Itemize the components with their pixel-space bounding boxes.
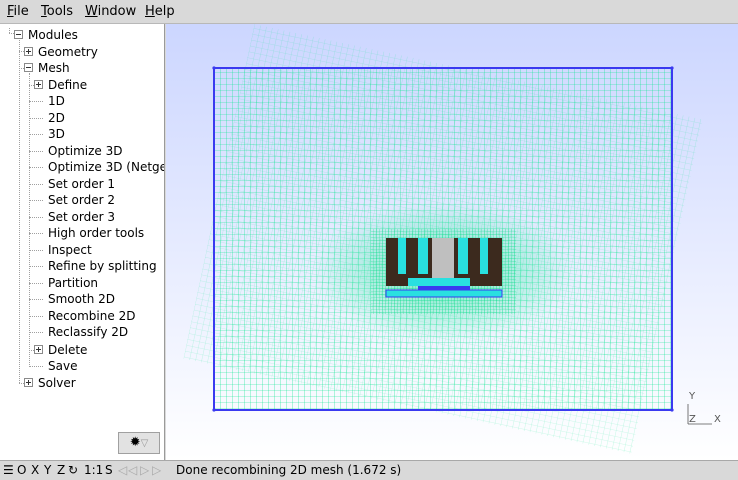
gear-icon: ✹: [129, 435, 141, 450]
expand-icon[interactable]: [34, 80, 43, 89]
tree-node-geometry[interactable]: Geometry: [0, 44, 160, 60]
tree-node-mesh[interactable]: Mesh: [0, 60, 160, 76]
next-frame-icon[interactable]: ▷: [152, 463, 161, 477]
dropdown-arrow-icon: ▽: [140, 438, 149, 449]
hamburger-menu-icon[interactable]: ☰: [3, 463, 14, 477]
boundary-point: [670, 66, 674, 70]
collapse-icon[interactable]: [24, 63, 33, 72]
snapshot-button[interactable]: S: [105, 463, 113, 477]
expand-icon[interactable]: [34, 345, 43, 354]
first-frame-icon[interactable]: ◁: [118, 463, 127, 477]
view-z-button[interactable]: Z: [57, 463, 65, 477]
tree-item-inspect[interactable]: Inspect: [0, 242, 164, 258]
tree-node-modules[interactable]: Modules: [0, 27, 160, 43]
prev-frame-icon[interactable]: ◁: [128, 463, 137, 477]
axis-label-y: Y: [688, 391, 696, 402]
tree-item-high-order-tools[interactable]: High order tools: [0, 225, 164, 241]
rotate-icon[interactable]: ↻: [68, 463, 78, 477]
tree-item-1d[interactable]: 1D: [0, 93, 164, 109]
menu-file[interactable]: File: [7, 4, 29, 19]
status-message: Done recombining 2D mesh (1.672 s): [176, 463, 402, 477]
run-options-button[interactable]: ✹▽: [118, 432, 160, 454]
tree-item-define[interactable]: Define: [0, 77, 164, 93]
menu-window[interactable]: Window: [85, 4, 136, 19]
tree-item-set-order-3[interactable]: Set order 3: [0, 209, 164, 225]
tree-item-partition[interactable]: Partition: [0, 275, 164, 291]
boundary-point: [212, 66, 216, 70]
tree-item-recombine-2d[interactable]: Recombine 2D: [0, 308, 164, 324]
tree-item-smooth-2d[interactable]: Smooth 2D: [0, 291, 164, 307]
module-tree: Modules Geometry Mesh Define 1D 2D 3D Op…: [0, 24, 165, 460]
play-icon[interactable]: ▷: [140, 463, 149, 477]
expand-icon[interactable]: [24, 47, 33, 56]
view-o-button[interactable]: O: [17, 463, 26, 477]
view-x-button[interactable]: X: [31, 463, 39, 477]
tree-item-optimize-3d-netgen[interactable]: Optimize 3D (Netgen): [0, 159, 164, 175]
tree-item-refine-by-splitting[interactable]: Refine by splitting: [0, 258, 164, 274]
boundary-point: [670, 408, 674, 412]
collapse-icon[interactable]: [14, 30, 23, 39]
tree-item-optimize-3d[interactable]: Optimize 3D: [0, 143, 164, 159]
expand-icon[interactable]: [24, 378, 33, 387]
tree-node-solver[interactable]: Solver: [0, 375, 160, 391]
tree-item-set-order-1[interactable]: Set order 1: [0, 176, 164, 192]
tree-item-2d[interactable]: 2D: [0, 110, 164, 126]
scale-button[interactable]: 1:1: [84, 463, 103, 477]
tree-item-3d[interactable]: 3D: [0, 126, 164, 142]
view-y-button[interactable]: Y: [44, 463, 51, 477]
menu-tools[interactable]: Tools: [41, 4, 73, 19]
menu-help[interactable]: Help: [145, 4, 175, 19]
axis-label-z: Z: [689, 414, 696, 425]
graphics-window[interactable]: Y Z X: [166, 24, 738, 460]
tree-item-save[interactable]: Save: [0, 358, 164, 374]
menu-bar: File Tools Window Help: [0, 0, 738, 24]
status-bar: ☰ O X Y Z ↻ 1:1 S ◁ ◁ ▷ ▷ Done recombini…: [0, 460, 738, 480]
axis-label-x: X: [714, 414, 721, 425]
tree-item-reclassify-2d[interactable]: Reclassify 2D: [0, 324, 164, 340]
mesh-view[interactable]: Y Z X: [166, 24, 738, 460]
tree-item-set-order-2[interactable]: Set order 2: [0, 192, 164, 208]
boundary-point: [212, 408, 216, 412]
tree-item-delete[interactable]: Delete: [0, 342, 164, 358]
